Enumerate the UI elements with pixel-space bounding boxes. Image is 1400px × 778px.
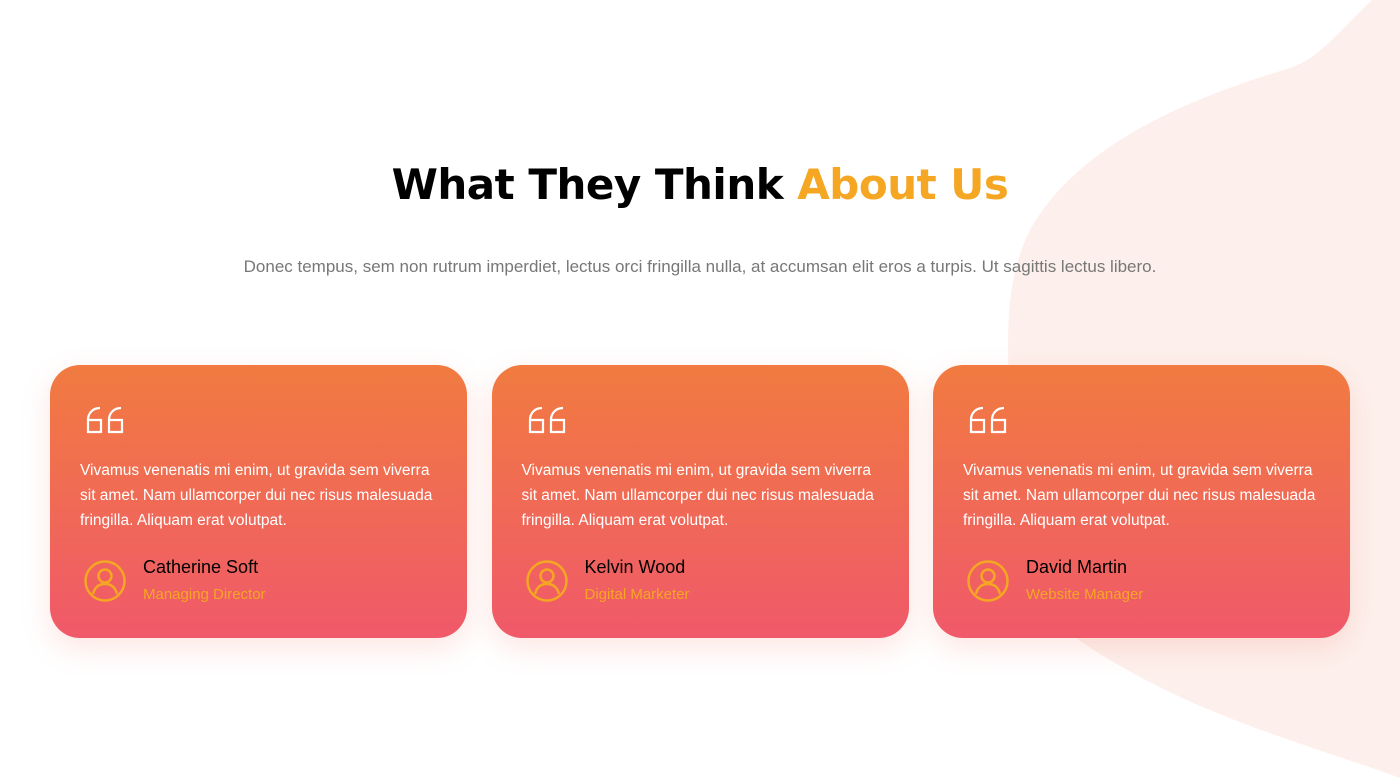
quote-icon (528, 406, 565, 434)
testimonial-text: Vivamus venenatis mi enim, ut gravida se… (80, 462, 433, 529)
testimonial-card: Vivamus venenatis mi enim, ut gravida se… (491, 365, 909, 638)
user-icon (967, 560, 1009, 602)
author-role: Managing Director (143, 586, 266, 603)
author-info: David Martin Website Manager (1026, 557, 1143, 605)
author-role: Digital Marketer (584, 586, 690, 603)
testimonial-card: Vivamus venenatis mi enim, ut gravida se… (50, 365, 467, 638)
section-title: What They Think About Us (0, 154, 1400, 216)
quote-icon (86, 406, 124, 434)
quote-icon (969, 406, 1007, 434)
author-info: Kelvin Wood Digital Marketer (585, 557, 690, 605)
author-info: Catherine Soft Managing Director (143, 557, 266, 605)
testimonial-author: Catherine Soft Managing Director (83, 557, 266, 605)
testimonial-text: Vivamus venenatis mi enim, ut gravida se… (521, 462, 874, 529)
section-subtitle: Donec tempus, sem non rutrum imperdiet, … (243, 257, 1157, 276)
testimonial-author: Kelvin Wood Digital Marketer (525, 557, 690, 605)
testimonial-text: Vivamus venenatis mi enim, ut gravida se… (963, 462, 1316, 529)
author-name: Kelvin Wood (584, 557, 686, 577)
author-role: Website Manager (1026, 586, 1144, 603)
section-title-main: What They Think (391, 160, 798, 209)
section-title-accent: About Us (797, 160, 1009, 209)
author-name: Catherine Soft (143, 557, 259, 577)
testimonial-cards: Vivamus venenatis mi enim, ut gravida se… (50, 365, 1350, 638)
testimonial-author: David Martin Website Manager (966, 557, 1143, 605)
user-icon (525, 560, 568, 602)
author-name: David Martin (1026, 557, 1128, 577)
testimonials-section: What They Think About Us Donec tempus, s… (0, 0, 1400, 778)
testimonial-card: Vivamus venenatis mi enim, ut gravida se… (933, 365, 1350, 638)
user-icon (84, 560, 126, 602)
